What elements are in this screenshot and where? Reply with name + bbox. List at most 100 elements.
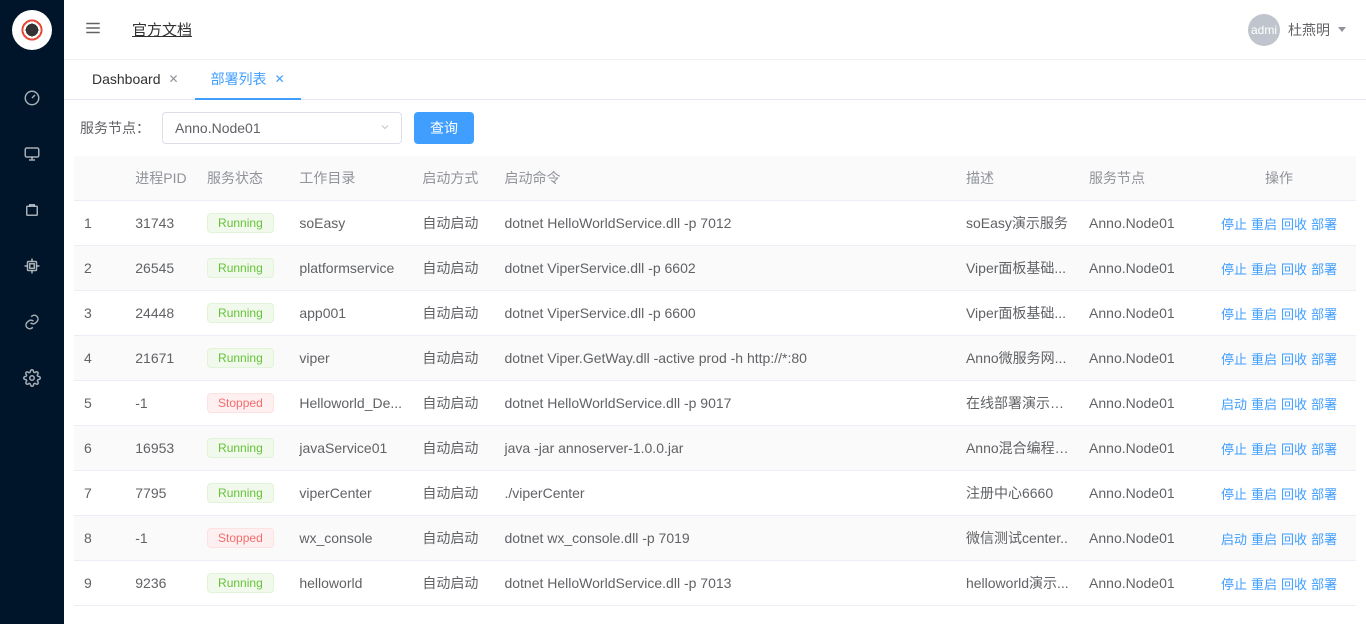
restart-link[interactable]: 重启 (1251, 262, 1277, 277)
cell-start-type: 自动启动 (412, 336, 494, 381)
recycle-link[interactable]: 回收 (1281, 442, 1307, 457)
close-icon[interactable]: ✕ (275, 72, 285, 86)
cell-start-type: 自动启动 (412, 426, 494, 471)
close-icon[interactable]: ✕ (169, 72, 179, 86)
cell-start-type: 自动启动 (412, 561, 494, 606)
sidebar-item-cpu[interactable] (0, 238, 64, 294)
cell-index: 4 (74, 336, 125, 381)
restart-link[interactable]: 重启 (1251, 217, 1277, 232)
deploy-link[interactable]: 部署 (1311, 442, 1337, 457)
node-select[interactable]: Anno.Node01 (162, 112, 402, 144)
cell-actions: 停止重启回收部署 (1202, 336, 1356, 381)
start-link[interactable]: 启动 (1221, 532, 1247, 547)
table-row: 131743RunningsoEasy自动启动dotnet HelloWorld… (74, 201, 1356, 246)
cell-node: Anno.Node01 (1079, 381, 1202, 426)
deploy-link[interactable]: 部署 (1311, 577, 1337, 592)
table-row: 421671Runningviper自动启动dotnet Viper.GetWa… (74, 336, 1356, 381)
restart-link[interactable]: 重启 (1251, 577, 1277, 592)
restart-link[interactable]: 重启 (1251, 487, 1277, 502)
sidebar-item-settings[interactable] (0, 350, 64, 406)
cell-cmd: dotnet HelloWorldService.dll -p 7013 (494, 561, 956, 606)
stop-link[interactable]: 停止 (1221, 307, 1247, 322)
cell-cmd: ./viperCenter (494, 471, 956, 516)
table-row: 99236Runninghelloworld自动启动dotnet HelloWo… (74, 561, 1356, 606)
restart-link[interactable]: 重启 (1251, 307, 1277, 322)
sidebar-item-dashboard[interactable] (0, 70, 64, 126)
stop-link[interactable]: 停止 (1221, 442, 1247, 457)
cell-cmd: java -jar annoserver-1.0.0.jar (494, 426, 956, 471)
tab-deploy-list[interactable]: 部署列表 ✕ (195, 59, 301, 99)
app-logo (12, 10, 52, 50)
table-row: 77795RunningviperCenter自动启动./viperCenter… (74, 471, 1356, 516)
recycle-link[interactable]: 回收 (1281, 532, 1307, 547)
docs-link[interactable]: 官方文档 (132, 19, 192, 40)
sidebar (0, 0, 64, 624)
deploy-link[interactable]: 部署 (1311, 352, 1337, 367)
deploy-link[interactable]: 部署 (1311, 262, 1337, 277)
start-link[interactable]: 启动 (1221, 397, 1247, 412)
col-header-actions: 操作 (1202, 156, 1356, 201)
cell-index: 5 (74, 381, 125, 426)
cell-start-type: 自动启动 (412, 246, 494, 291)
cell-actions: 停止重启回收部署 (1202, 201, 1356, 246)
deploy-link[interactable]: 部署 (1311, 532, 1337, 547)
deploy-link[interactable]: 部署 (1311, 307, 1337, 322)
recycle-link[interactable]: 回收 (1281, 352, 1307, 367)
cell-pid: 31743 (125, 201, 197, 246)
stop-link[interactable]: 停止 (1221, 577, 1247, 592)
recycle-link[interactable]: 回收 (1281, 487, 1307, 502)
recycle-link[interactable]: 回收 (1281, 307, 1307, 322)
restart-link[interactable]: 重启 (1251, 442, 1277, 457)
status-badge: Running (207, 258, 274, 278)
restart-link[interactable]: 重启 (1251, 532, 1277, 547)
user-menu[interactable]: admi 杜燕明 (1248, 14, 1346, 46)
deploy-link[interactable]: 部署 (1311, 397, 1337, 412)
cell-desc: 微信测试center.. (956, 516, 1079, 561)
cell-dir: soEasy (289, 201, 412, 246)
col-header-start-type: 启动方式 (412, 156, 494, 201)
box-icon (23, 201, 41, 219)
stop-link[interactable]: 停止 (1221, 262, 1247, 277)
cell-pid: -1 (125, 516, 197, 561)
col-header-dir: 工作目录 (289, 156, 412, 201)
recycle-link[interactable]: 回收 (1281, 262, 1307, 277)
stop-link[interactable]: 停止 (1221, 352, 1247, 367)
cell-index: 8 (74, 516, 125, 561)
cell-status: Running (197, 336, 289, 381)
col-header-cmd: 启动命令 (494, 156, 956, 201)
cell-dir: platformservice (289, 246, 412, 291)
recycle-link[interactable]: 回收 (1281, 397, 1307, 412)
cell-status: Running (197, 471, 289, 516)
cell-status: Running (197, 426, 289, 471)
tab-dashboard[interactable]: Dashboard ✕ (76, 59, 195, 99)
toolbar: 服务节点： Anno.Node01 查询 (64, 100, 1366, 156)
cell-cmd: dotnet ViperService.dll -p 6600 (494, 291, 956, 336)
table-row: 616953RunningjavaService01自动启动java -jar … (74, 426, 1356, 471)
cell-node: Anno.Node01 (1079, 336, 1202, 381)
restart-link[interactable]: 重启 (1251, 397, 1277, 412)
tab-label: Dashboard (92, 71, 161, 87)
sidebar-item-package[interactable] (0, 182, 64, 238)
cell-dir: viper (289, 336, 412, 381)
deploy-link[interactable]: 部署 (1311, 487, 1337, 502)
recycle-link[interactable]: 回收 (1281, 217, 1307, 232)
header: 官方文档 admi 杜燕明 (64, 0, 1366, 60)
cell-dir: wx_console (289, 516, 412, 561)
cell-start-type: 自动启动 (412, 201, 494, 246)
cell-index: 9 (74, 561, 125, 606)
cell-desc: helloworld演示... (956, 561, 1079, 606)
recycle-link[interactable]: 回收 (1281, 577, 1307, 592)
restart-link[interactable]: 重启 (1251, 352, 1277, 367)
sidebar-item-monitor[interactable] (0, 126, 64, 182)
stop-link[interactable]: 停止 (1221, 217, 1247, 232)
stop-link[interactable]: 停止 (1221, 487, 1247, 502)
cell-cmd: dotnet ViperService.dll -p 6602 (494, 246, 956, 291)
status-badge: Running (207, 438, 274, 458)
deploy-link[interactable]: 部署 (1311, 217, 1337, 232)
menu-toggle-icon[interactable] (84, 19, 102, 40)
query-button[interactable]: 查询 (414, 112, 474, 144)
sidebar-item-link[interactable] (0, 294, 64, 350)
cell-start-type: 自动启动 (412, 471, 494, 516)
cell-desc: soEasy演示服务 (956, 201, 1079, 246)
select-value: Anno.Node01 (175, 120, 261, 136)
